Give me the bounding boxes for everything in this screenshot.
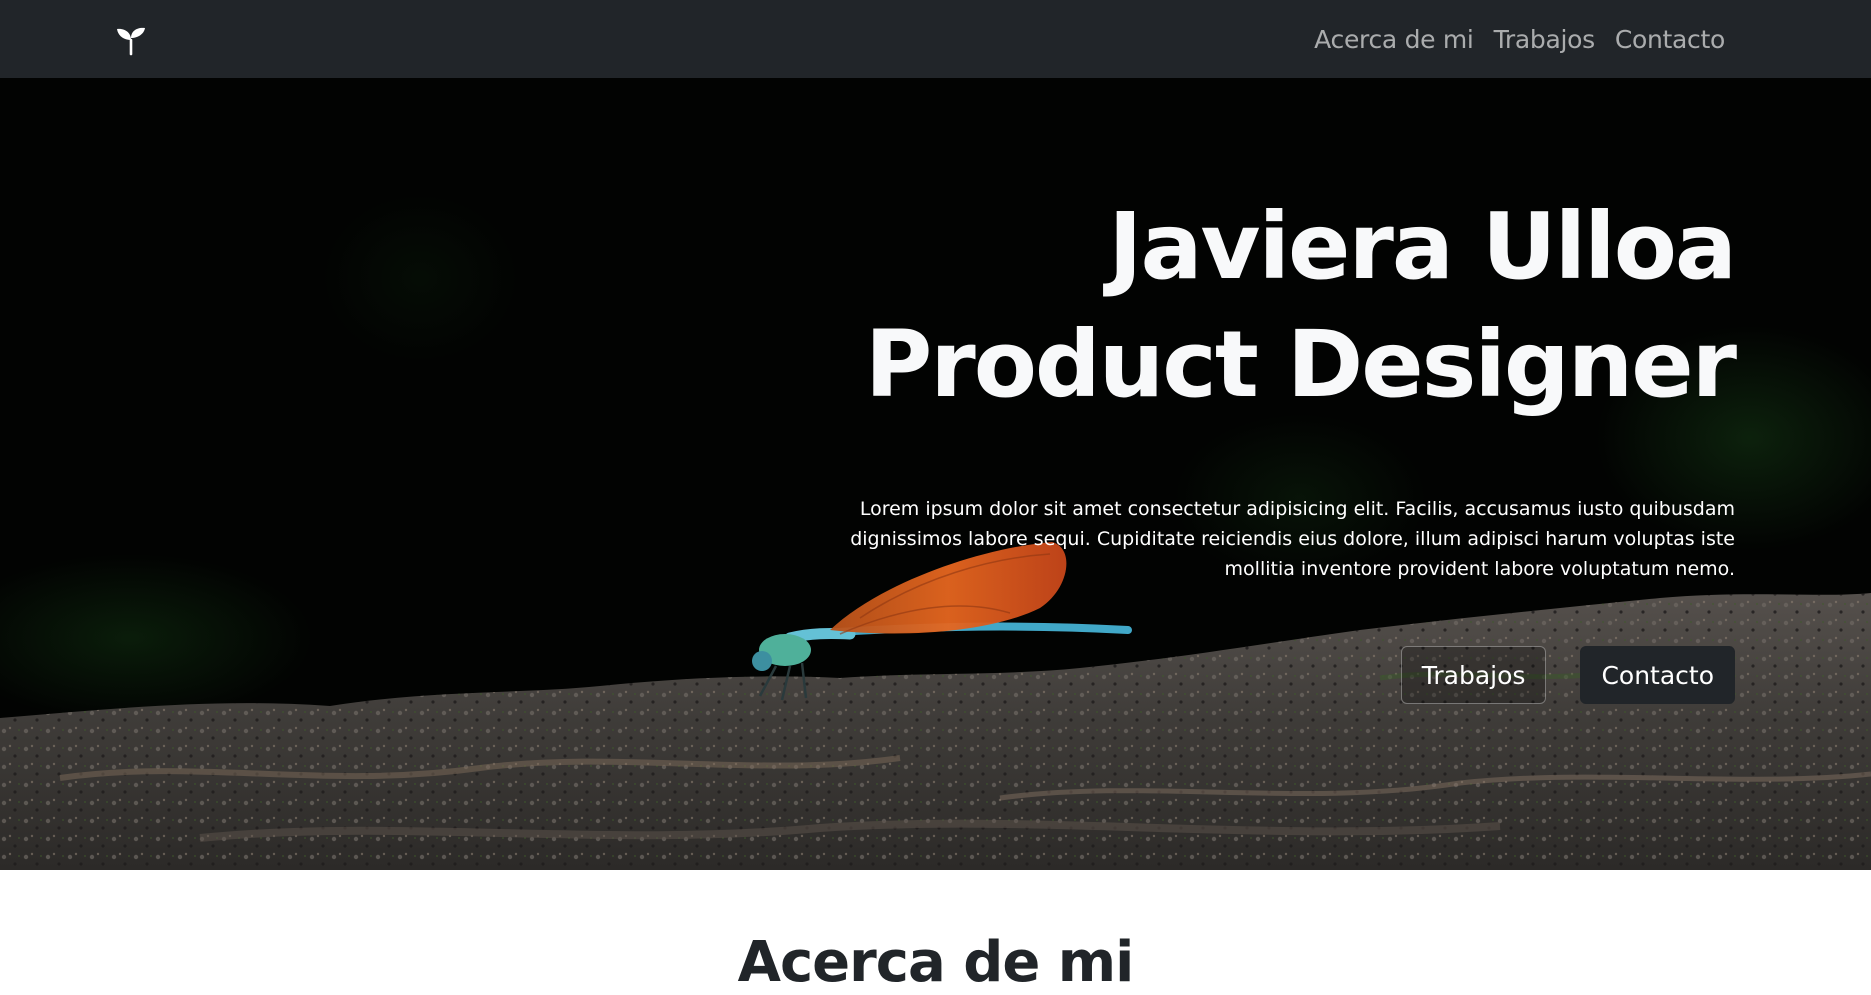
sprout-icon <box>117 27 145 56</box>
hero-buttons: Trabajos Contacto <box>635 646 1735 704</box>
trabajos-button[interactable]: Trabajos <box>1400 646 1547 704</box>
nav-link-contacto[interactable]: Contacto <box>1615 25 1725 54</box>
brand-logo[interactable] <box>114 24 148 56</box>
hero-content: Javiera Ulloa Product Designer Lorem ips… <box>635 188 1737 704</box>
hero-title-name: Javiera Ulloa <box>1108 193 1737 300</box>
about-section-title: Acerca de mi <box>737 930 1135 995</box>
hero-description: Lorem ipsum dolor sit amet consectetur a… <box>850 498 1735 580</box>
navbar: Acerca de mi Trabajos Contacto <box>0 0 1871 78</box>
hero-section: Javiera Ulloa Product Designer Lorem ips… <box>0 78 1871 870</box>
about-section: Acerca de mi <box>0 870 1871 995</box>
hero-title-role: Product Designer <box>864 311 1737 418</box>
contacto-button[interactable]: Contacto <box>1580 646 1735 704</box>
nav-links: Acerca de mi Trabajos Contacto <box>1314 0 1725 78</box>
nav-link-trabajos[interactable]: Trabajos <box>1494 25 1596 54</box>
hero-title: Javiera Ulloa Product Designer <box>635 188 1737 424</box>
nav-link-acerca[interactable]: Acerca de mi <box>1314 25 1474 54</box>
